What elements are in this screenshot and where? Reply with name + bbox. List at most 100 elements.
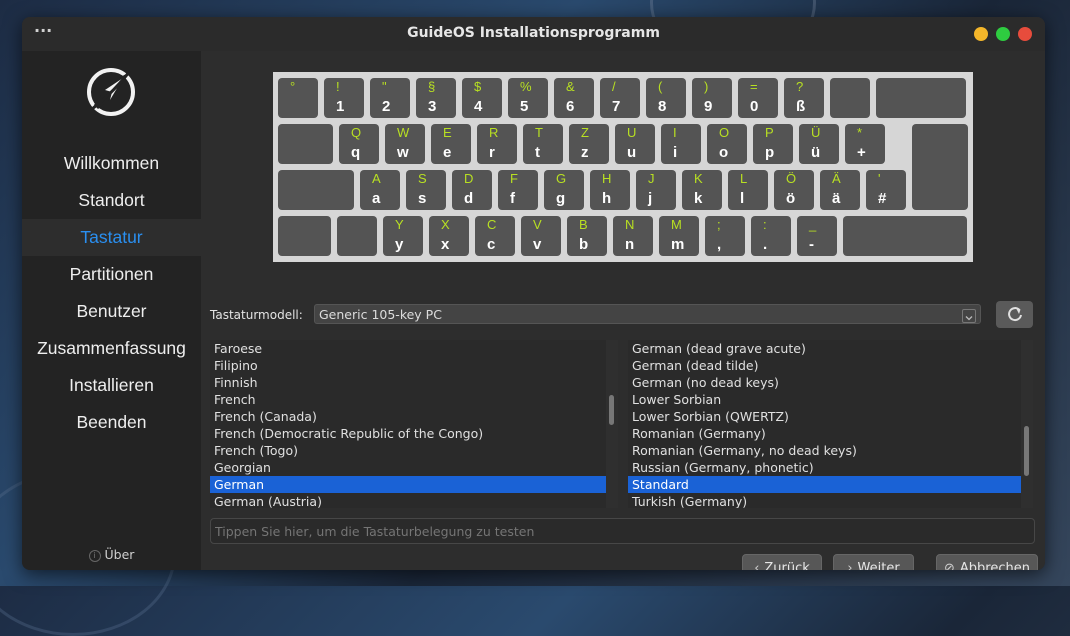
keyboard-key: Zz xyxy=(569,124,609,164)
key-lower-label: 6 xyxy=(566,98,575,115)
keyboard-page: °! 1 " 2 § 3 $4% 5 & 6/7(8) 9 = 0? ß Qq Ww Ee Rr Tt Zz Uu Ii O… xyxy=(201,51,1045,570)
keyboard-key: Ss xyxy=(406,170,446,210)
keyboard-key xyxy=(830,78,870,118)
layout-list-item[interactable]: Finnish xyxy=(210,374,606,391)
variant-list-item[interactable]: German (dead grave acute) xyxy=(628,340,1021,357)
variant-list-item[interactable]: Turkish (Germany) xyxy=(628,493,1021,508)
keyboard-preview: °! 1 " 2 § 3 $4% 5 & 6/7(8) 9 = 0? ß Qq Ww Ee Rr Tt Zz Uu Ii O… xyxy=(273,72,973,262)
key-upper-label: " xyxy=(382,79,387,94)
key-upper-label: S xyxy=(418,171,427,186)
layout-list-item[interactable]: Faroese xyxy=(210,340,606,357)
key-upper-label: / xyxy=(612,79,616,94)
keyboard-key: Uu xyxy=(615,124,655,164)
close-button[interactable] xyxy=(1018,27,1032,41)
chevron-left-icon: ‹ xyxy=(754,561,760,570)
back-label: Zurück xyxy=(764,561,810,570)
keyboard-key: Cc xyxy=(475,216,515,256)
title-bar: ··· GuideOS Installationsprogramm xyxy=(22,17,1045,51)
keyboard-model-select[interactable]: Generic 105-key PC xyxy=(314,304,981,324)
sidebar-item-beenden[interactable]: Beenden xyxy=(22,404,201,441)
key-lower-label: o xyxy=(719,144,729,161)
keyboard-key xyxy=(337,216,377,256)
key-upper-label: Y xyxy=(395,217,404,232)
key-upper-label: ; xyxy=(717,217,721,232)
key-upper-label: ( xyxy=(658,79,663,94)
layout-list-item[interactable]: French (Togo) xyxy=(210,442,606,459)
key-lower-label: 9 xyxy=(704,98,713,115)
key-lower-label: 7 xyxy=(612,98,621,115)
sidebar-item-partitionen[interactable]: Partitionen xyxy=(22,256,201,293)
keyboard-key: Pp xyxy=(753,124,793,164)
key-upper-label: : xyxy=(763,217,767,232)
installer-window: ··· GuideOS Installationsprogramm Willko… xyxy=(22,17,1045,570)
key-lower-label: # xyxy=(878,190,887,207)
variant-list-item[interactable]: Standard xyxy=(628,476,1021,493)
minimize-button[interactable] xyxy=(974,27,988,41)
variant-list-item[interactable]: Lower Sorbian (QWERTZ) xyxy=(628,408,1021,425)
key-lower-label: . xyxy=(763,236,768,253)
sidebar-item-tastatur[interactable]: Tastatur xyxy=(22,219,201,256)
keyboard-key: (8 xyxy=(646,78,686,118)
key-lower-label: b xyxy=(579,236,589,253)
keyboard-key: Jj xyxy=(636,170,676,210)
cancel-button[interactable]: ⊘ Abbrechen xyxy=(936,554,1038,570)
info-icon: i xyxy=(88,549,101,562)
keyboard-key xyxy=(843,216,967,256)
variant-list-item[interactable]: German (dead tilde) xyxy=(628,357,1021,374)
keyboard-key: Hh xyxy=(590,170,630,210)
key-upper-label: J xyxy=(648,171,655,186)
variant-list-item[interactable]: Lower Sorbian xyxy=(628,391,1021,408)
reset-model-button[interactable] xyxy=(996,301,1033,328)
key-lower-label: 3 xyxy=(428,98,437,115)
sidebar-item-zusammenfassung[interactable]: Zusammenfassung xyxy=(22,330,201,367)
scrollbar-thumb[interactable] xyxy=(1024,426,1029,476)
sidebar-item-benutzer[interactable]: Benutzer xyxy=(22,293,201,330)
keyboard-test-input[interactable] xyxy=(210,518,1035,544)
key-lower-label: f xyxy=(510,190,515,207)
sidebar-item-willkommen[interactable]: Willkommen xyxy=(22,145,201,182)
layout-list-item[interactable]: German (Austria) xyxy=(210,493,606,508)
keyboard-key: % 5 xyxy=(508,78,548,118)
key-upper-label: ) xyxy=(704,79,709,94)
keyboard-key: ° xyxy=(278,78,318,118)
layout-list-scrollbar[interactable] xyxy=(606,340,618,508)
next-button[interactable]: › Weiter xyxy=(833,554,914,570)
layout-list-item[interactable]: Filipino xyxy=(210,357,606,374)
variant-list-item[interactable]: German (no dead keys) xyxy=(628,374,1021,391)
variant-list-item[interactable]: Romanian (Germany) xyxy=(628,425,1021,442)
about-link[interactable]: i Über xyxy=(22,547,201,562)
sidebar-item-installieren[interactable]: Installieren xyxy=(22,367,201,404)
layout-list-item[interactable]: German xyxy=(210,476,606,493)
key-lower-label: d xyxy=(464,190,474,207)
chevron-right-icon: › xyxy=(847,561,853,570)
key-upper-label: % xyxy=(520,79,532,94)
key-lower-label: t xyxy=(535,144,540,161)
scrollbar-thumb[interactable] xyxy=(609,395,614,425)
variant-list-item[interactable]: Russian (Germany, phonetic) xyxy=(628,459,1021,476)
keyboard-key: Oo xyxy=(707,124,747,164)
layout-list-item[interactable]: French (Democratic Republic of the Congo… xyxy=(210,425,606,442)
key-lower-label: n xyxy=(625,236,635,253)
keyboard-key: Xx xyxy=(429,216,469,256)
variant-list-item[interactable]: Romanian (Germany, no dead keys) xyxy=(628,442,1021,459)
key-upper-label: M xyxy=(671,217,682,232)
maximize-button[interactable] xyxy=(996,27,1010,41)
keyboard-key: Öö xyxy=(774,170,814,210)
keyboard-model-label: Tastaturmodell: xyxy=(210,308,303,322)
back-button[interactable]: ‹ Zurück xyxy=(742,554,822,570)
keyboard-key: Tt xyxy=(523,124,563,164)
variant-list-scrollbar[interactable] xyxy=(1021,340,1033,508)
keyboard-model-value: Generic 105-key PC xyxy=(319,307,442,322)
layout-list-item[interactable]: Georgian xyxy=(210,459,606,476)
key-upper-label: F xyxy=(510,171,518,186)
key-lower-label: - xyxy=(809,236,814,253)
layout-list-item[interactable]: French xyxy=(210,391,606,408)
variant-list[interactable]: German (dead grave acute) German (dead ti… xyxy=(628,340,1021,508)
sidebar-item-standort[interactable]: Standort xyxy=(22,182,201,219)
key-upper-label: Q xyxy=(351,125,362,140)
layout-list-item[interactable]: French (Canada) xyxy=(210,408,606,425)
keyboard-key xyxy=(278,170,354,210)
keyboard-key xyxy=(278,216,331,256)
keyboard-key: Yy xyxy=(383,216,423,256)
layout-list[interactable]: Faroese Filipino Finnish French French (Cana… xyxy=(210,340,606,508)
